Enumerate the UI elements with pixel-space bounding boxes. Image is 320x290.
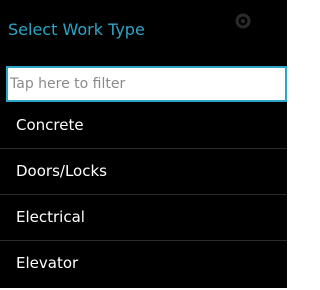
list-item-label: Concrete (16, 116, 84, 134)
filter-field-wrapper (6, 66, 287, 102)
list-item-doors-locks[interactable]: Doors/Locks (0, 149, 287, 195)
list-item-label: Elevator (16, 254, 79, 272)
frame-edge (287, 0, 289, 290)
dialog-title-bar: Select Work Type (0, 0, 287, 56)
dialog-title: Select Work Type (8, 20, 145, 39)
list-item-label: Electrical (16, 208, 85, 226)
list-item-label: Doors/Locks (16, 162, 107, 180)
list-item-concrete[interactable]: Concrete (0, 103, 287, 149)
work-type-list: Concrete Doors/Locks Electrical Elevator (0, 103, 287, 287)
list-item-electrical[interactable]: Electrical (0, 195, 287, 241)
filter-input[interactable] (8, 68, 285, 100)
select-work-type-dialog: Select Work Type Concrete Doors/Locks Elec… (0, 0, 287, 288)
list-item-elevator[interactable]: Elevator (0, 241, 287, 287)
settings-gear-icon (235, 13, 251, 29)
